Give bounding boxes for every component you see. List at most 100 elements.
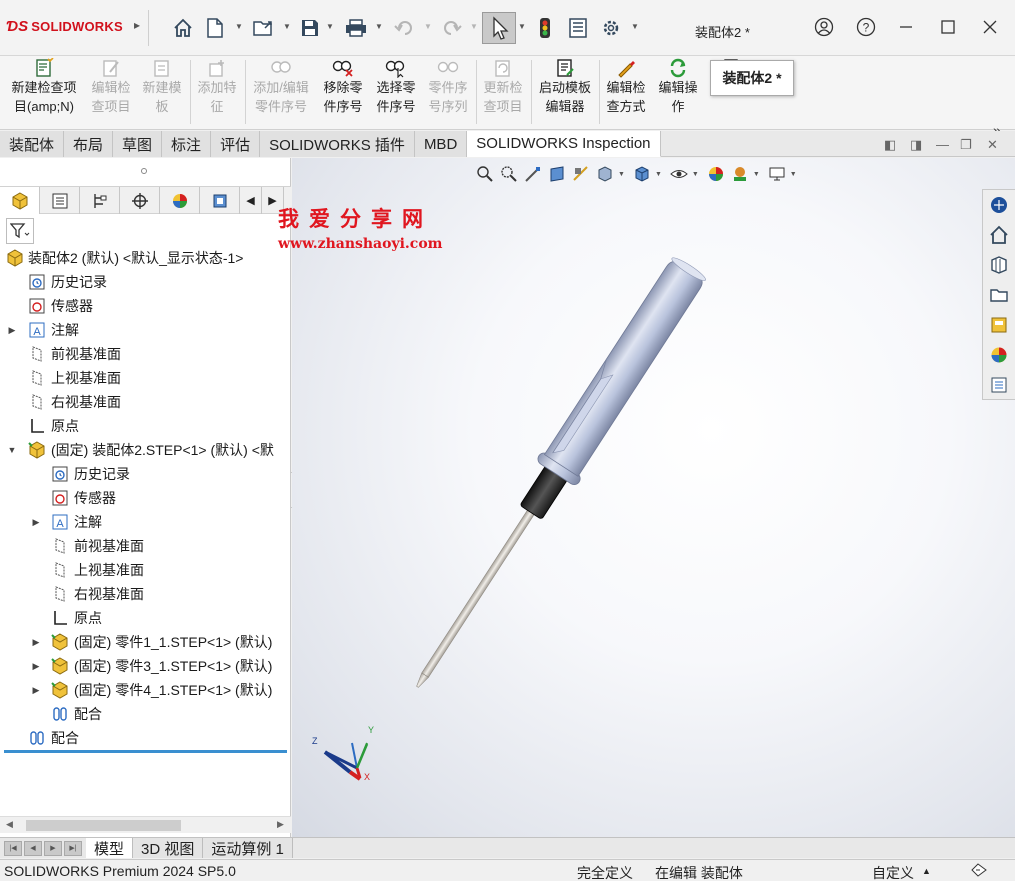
solidworks-logo[interactable]: ƊS SOLIDWORKS bbox=[6, 18, 123, 35]
update-inspection-button[interactable]: 更新检 查项目 bbox=[478, 56, 528, 130]
tab-configuration-manager[interactable] bbox=[80, 187, 120, 214]
doc-close-icon[interactable]: ✕ bbox=[987, 137, 998, 153]
edit-operation-button[interactable]: 编辑操 作 bbox=[653, 56, 703, 130]
doc-minimize-icon[interactable]: — bbox=[936, 137, 949, 152]
tab-markup[interactable]: 标注 bbox=[162, 131, 212, 157]
view-orientation-icon[interactable] bbox=[594, 163, 616, 185]
print-dropdown-icon[interactable]: ▼ bbox=[375, 22, 383, 31]
tab-evaluate[interactable]: 评估 bbox=[211, 131, 261, 157]
tab-addins[interactable]: SOLIDWORKS 插件 bbox=[260, 131, 415, 157]
tree-item-part[interactable]: ▶ (固定) 零件1_1.STEP<1> (默认) bbox=[0, 630, 290, 654]
units-dropdown-icon[interactable]: ▲ bbox=[922, 866, 931, 876]
display-style-dropdown-icon[interactable]: ▼ bbox=[655, 171, 662, 178]
tree-item-right-plane[interactable]: 右视基准面 bbox=[0, 582, 290, 606]
select-tool-button[interactable] bbox=[482, 12, 516, 44]
tree-item-sensors[interactable]: 传感器 bbox=[0, 486, 290, 510]
tree-item-sensors[interactable]: 传感器 bbox=[0, 294, 290, 318]
options-dropdown-icon[interactable]: ▼ bbox=[631, 22, 639, 31]
add-edit-balloon-button[interactable]: 添加/编辑 零件序号 bbox=[248, 56, 314, 130]
tab-display-manager[interactable] bbox=[160, 187, 200, 214]
tab-cam-manager[interactable] bbox=[200, 187, 240, 214]
view-settings-icon[interactable] bbox=[766, 163, 788, 185]
tree-item-history[interactable]: 历史记录 bbox=[0, 270, 290, 294]
section-view-icon[interactable] bbox=[546, 163, 568, 185]
view-palette-icon[interactable] bbox=[983, 310, 1015, 340]
tree-item-front-plane[interactable]: 前视基准面 bbox=[0, 342, 290, 366]
expand-arrow-icon[interactable]: ▶ bbox=[31, 517, 41, 528]
previous-view-icon[interactable] bbox=[522, 163, 544, 185]
tab-feature-manager[interactable] bbox=[0, 187, 40, 214]
tree-root-assembly[interactable]: 装配体2 (默认) <默认_显示状态-1> bbox=[0, 246, 290, 270]
print-icon[interactable] bbox=[344, 16, 368, 40]
tree-item-top-plane[interactable]: 上视基准面 bbox=[0, 558, 290, 582]
redo-dropdown-icon[interactable]: ▼ bbox=[470, 22, 478, 31]
first-tab-icon[interactable]: |◀ bbox=[4, 840, 22, 856]
screwdriver-model[interactable] bbox=[292, 158, 1015, 837]
edit-inspection-project-button[interactable]: 编辑检 查项目 bbox=[86, 56, 136, 130]
tree-item-part[interactable]: ▶ (固定) 零件3_1.STEP<1> (默认) bbox=[0, 654, 290, 678]
user-account-icon[interactable] bbox=[811, 14, 837, 40]
display-style-icon[interactable] bbox=[631, 163, 653, 185]
zoom-to-fit-icon[interactable] bbox=[474, 163, 496, 185]
new-dropdown-icon[interactable]: ▼ bbox=[235, 22, 243, 31]
home-icon[interactable] bbox=[171, 16, 195, 40]
next-tab-icon[interactable]: ▶ bbox=[44, 840, 62, 856]
panel-tab-scroll-left[interactable]: ◀ bbox=[240, 187, 262, 214]
rollback-bar[interactable] bbox=[4, 750, 287, 753]
view-orientation-dropdown-icon[interactable]: ▼ bbox=[618, 171, 625, 178]
close-icon[interactable] bbox=[977, 14, 1003, 40]
hide-show-items-icon[interactable] bbox=[668, 163, 690, 185]
tile-left-icon[interactable]: ◧ bbox=[884, 137, 896, 153]
tab-mbd[interactable]: MBD bbox=[414, 131, 468, 157]
tree-item-annotations[interactable]: ▶ A 注解 bbox=[0, 318, 290, 342]
solidworks-resources-icon[interactable] bbox=[983, 190, 1015, 220]
tab-layout[interactable]: 布局 bbox=[64, 131, 114, 157]
tree-item-top-plane[interactable]: 上视基准面 bbox=[0, 366, 290, 390]
launch-template-editor-button[interactable]: 启动模板 编辑器 bbox=[533, 56, 597, 130]
rebuild-status-icon[interactable] bbox=[970, 863, 988, 880]
tree-item-part[interactable]: ▶ (固定) 零件4_1.STEP<1> (默认) bbox=[0, 678, 290, 702]
tab-motion-study[interactable]: 运动算例 1 bbox=[203, 838, 293, 858]
custom-properties-icon[interactable] bbox=[983, 370, 1015, 400]
tree-item-right-plane[interactable]: 右视基准面 bbox=[0, 390, 290, 414]
balloon-sequence-button[interactable]: 零件序 号序列 bbox=[423, 56, 473, 130]
rebuild-traffic-light-icon[interactable] bbox=[533, 16, 557, 40]
menu-expand-icon[interactable]: ▸ bbox=[134, 18, 140, 32]
expand-arrow-icon[interactable]: ▶ bbox=[31, 685, 41, 696]
expand-arrow-icon[interactable]: ▶ bbox=[7, 325, 17, 336]
prev-tab-icon[interactable]: ◀ bbox=[24, 840, 42, 856]
tree-item-mates[interactable]: 配合 bbox=[0, 702, 290, 726]
tree-item-subassembly[interactable]: ▼ (固定) 装配体2.STEP<1> (默认) <默 bbox=[0, 438, 290, 462]
tab-assembly[interactable]: 装配体 bbox=[0, 131, 65, 157]
tab-sketch[interactable]: 草图 bbox=[113, 131, 163, 157]
tree-item-annotations[interactable]: ▶ A 注解 bbox=[0, 510, 290, 534]
scroll-right-icon[interactable]: ▶ bbox=[277, 819, 284, 830]
panel-grip[interactable] bbox=[141, 168, 147, 174]
expand-arrow-icon[interactable]: ▶ bbox=[31, 661, 41, 672]
open-dropdown-icon[interactable]: ▼ bbox=[283, 22, 291, 31]
apply-scene-icon[interactable] bbox=[729, 163, 751, 185]
help-icon[interactable]: ? bbox=[853, 14, 879, 40]
dynamic-annotation-icon[interactable] bbox=[570, 163, 592, 185]
tab-3d-views[interactable]: 3D 视图 bbox=[133, 838, 204, 858]
undo-dropdown-icon[interactable]: ▼ bbox=[424, 22, 432, 31]
tree-item-history[interactable]: 历史记录 bbox=[0, 462, 290, 486]
hide-show-dropdown-icon[interactable]: ▼ bbox=[692, 171, 699, 178]
tab-dimxpert-manager[interactable] bbox=[120, 187, 160, 214]
tree-item-mates[interactable]: 配合 bbox=[0, 726, 290, 750]
new-template-button[interactable]: 新建模 板 bbox=[137, 56, 187, 130]
scene-dropdown-icon[interactable]: ▼ bbox=[753, 171, 760, 178]
tab-model[interactable]: 模型 bbox=[86, 838, 134, 858]
edit-inspection-method-button[interactable]: 编辑检 查方式 bbox=[601, 56, 651, 130]
file-explorer-icon[interactable] bbox=[983, 280, 1015, 310]
open-folder-icon[interactable] bbox=[252, 16, 276, 40]
options-gear-icon[interactable] bbox=[599, 16, 623, 40]
zoom-to-area-icon[interactable] bbox=[498, 163, 520, 185]
appearances-icon[interactable] bbox=[983, 340, 1015, 370]
save-icon[interactable] bbox=[298, 16, 322, 40]
expand-arrow-icon[interactable]: ▶ bbox=[31, 637, 41, 648]
add-feature-button[interactable]: 添加特 征 bbox=[193, 56, 241, 130]
tab-inspection[interactable]: SOLIDWORKS Inspection bbox=[467, 131, 661, 157]
tree-filter-button[interactable] bbox=[6, 218, 34, 244]
tree-item-origin[interactable]: 原点 bbox=[0, 606, 290, 630]
